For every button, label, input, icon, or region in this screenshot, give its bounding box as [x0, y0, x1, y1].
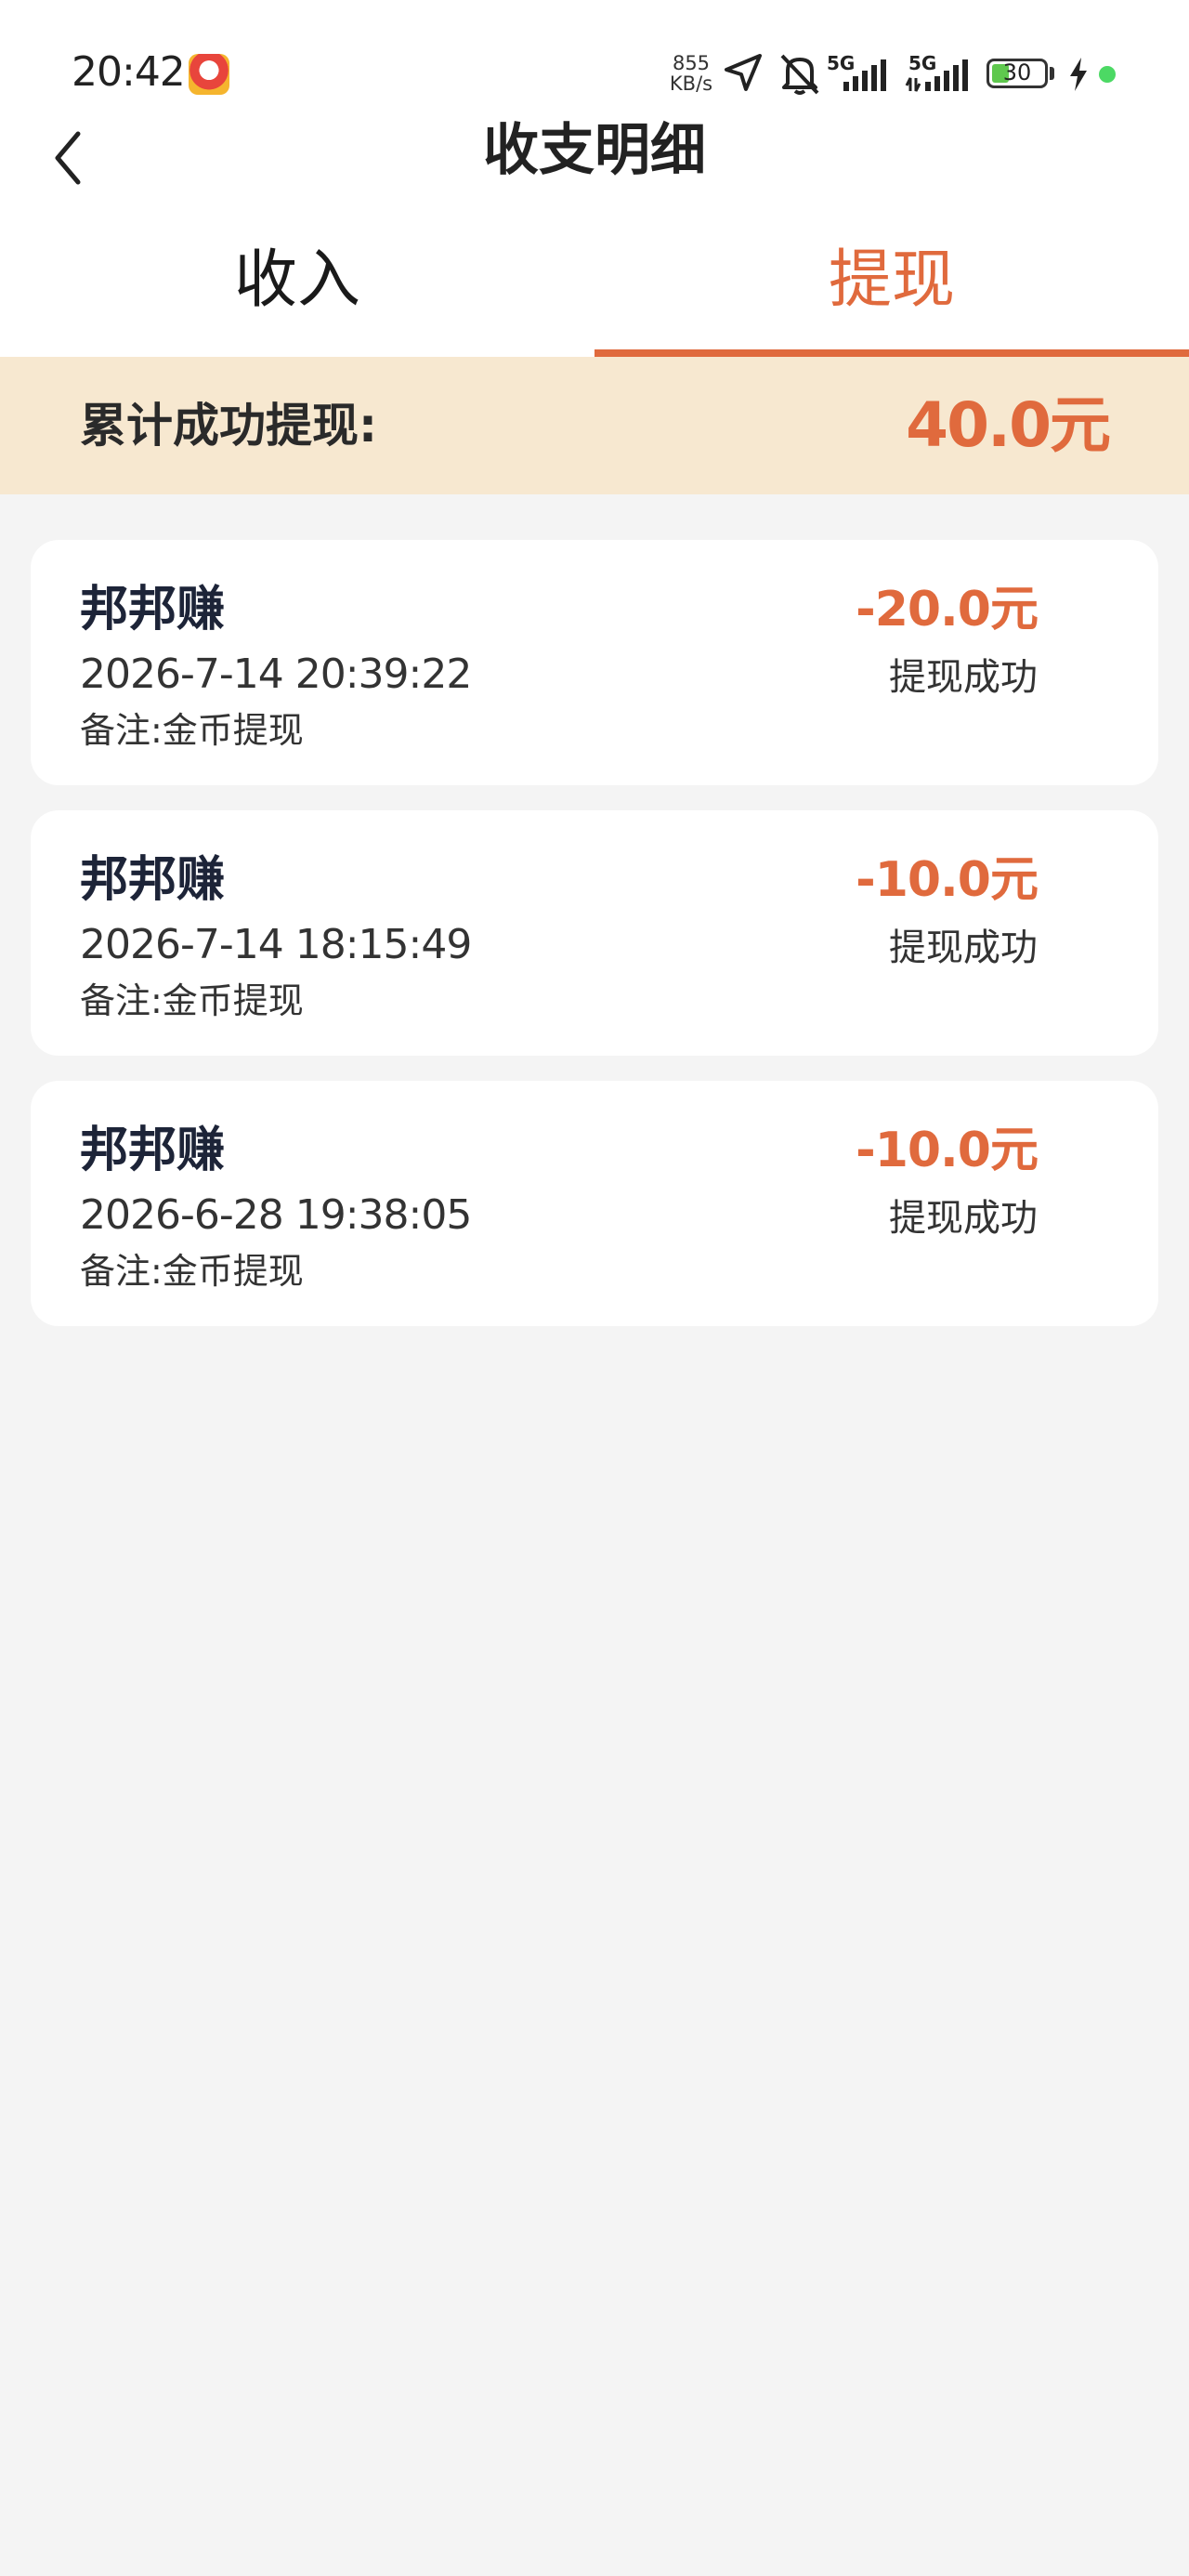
status-time: 20:42	[72, 48, 186, 96]
record-time: 2026-7-14 18:15:49	[80, 921, 472, 968]
signal-icon	[843, 59, 886, 91]
bell-muted-icon	[780, 54, 819, 95]
summary-label: 累计成功提现:	[80, 399, 377, 453]
network-speed-unit: KB/s	[669, 72, 713, 95]
active-tab-indicator	[594, 349, 1189, 357]
network-speed-value: 855	[672, 52, 711, 74]
record-status: 提现成功	[889, 927, 1038, 969]
summary-amount: 40.0元	[906, 389, 1111, 461]
record-time: 2026-6-28 19:38:05	[80, 1191, 472, 1239]
record-status: 提现成功	[889, 1197, 1038, 1240]
battery-tip	[1050, 67, 1054, 80]
status-bar: 20:42 855 KB/s 5G 5G 30	[0, 0, 1189, 112]
record-time: 2026-7-14 20:39:22	[80, 651, 472, 698]
status-dot	[1099, 66, 1116, 83]
record-name: 邦邦赚	[80, 852, 226, 908]
location-arrow-icon	[725, 54, 762, 91]
record-name: 邦邦赚	[80, 1123, 226, 1178]
record-note: 备注:金币提现	[80, 1251, 304, 1292]
record-amount: -20.0元	[856, 582, 1039, 637]
list-item[interactable]: 邦邦赚 2026-6-28 19:38:05 备注:金币提现 -10.0元 提现…	[31, 1081, 1158, 1326]
record-note: 备注:金币提现	[80, 710, 304, 751]
record-name: 邦邦赚	[80, 582, 226, 637]
page-title: 收支明细	[483, 118, 706, 183]
withdraw-summary: 累计成功提现: 40.0元	[0, 357, 1189, 494]
tab-income[interactable]: 收入	[0, 204, 594, 357]
record-amount: -10.0元	[856, 852, 1039, 908]
app-notification-icon	[189, 54, 229, 95]
battery-level: 30	[1002, 59, 1032, 85]
tab-bar: 收入 提现	[0, 204, 1189, 357]
list-item[interactable]: 邦邦赚 2026-7-14 18:15:49 备注:金币提现 -10.0元 提现…	[31, 810, 1158, 1056]
header: 收支明细	[0, 112, 1189, 204]
network-speed: 855 KB/s	[667, 53, 715, 94]
record-note: 备注:金币提现	[80, 980, 304, 1021]
charging-icon	[1070, 58, 1087, 91]
tab-withdraw[interactable]: 提现	[594, 204, 1189, 357]
battery-icon: 30	[986, 59, 1048, 88]
signal-icon	[905, 59, 968, 92]
record-amount: -10.0元	[856, 1123, 1039, 1178]
list-item[interactable]: 邦邦赚 2026-7-14 20:39:22 备注:金币提现 -20.0元 提现…	[31, 540, 1158, 785]
record-status: 提现成功	[889, 656, 1038, 699]
